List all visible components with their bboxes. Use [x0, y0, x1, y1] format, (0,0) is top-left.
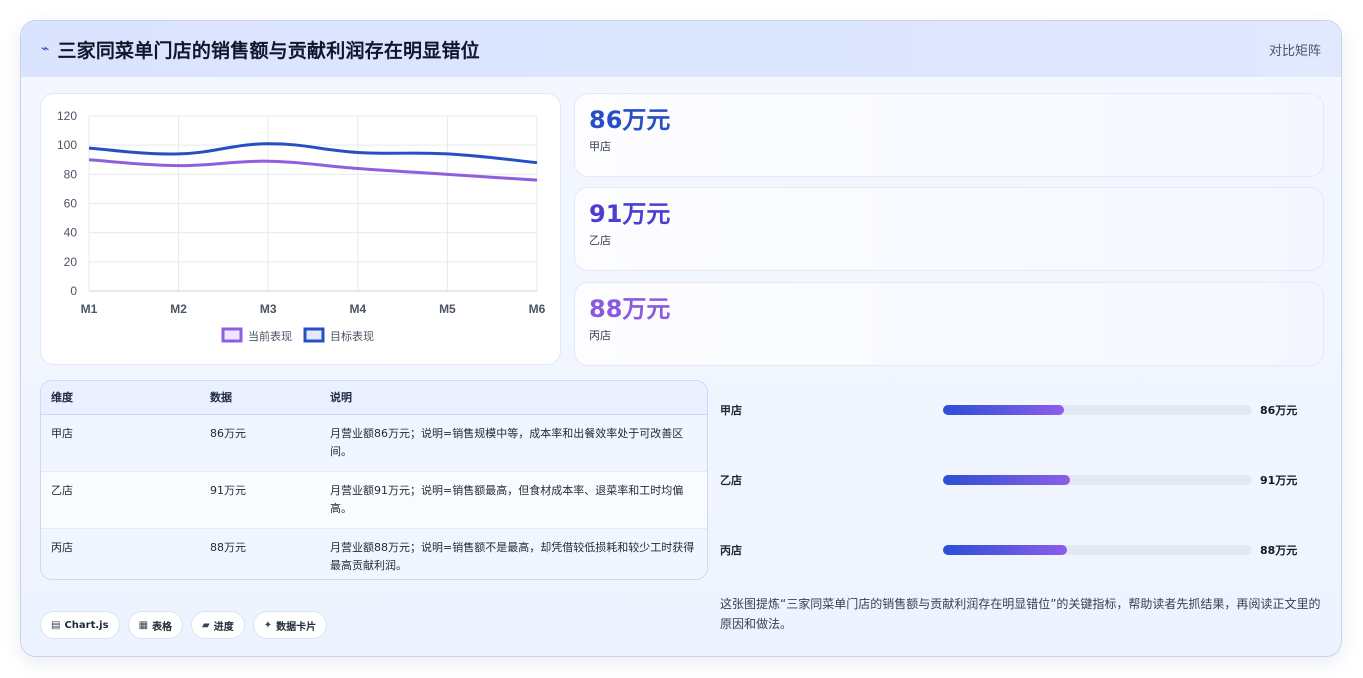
progress-icon: ▰ — [202, 619, 210, 631]
progress-value: 86万元 — [1260, 404, 1298, 417]
chip-label: 数据卡片 — [276, 621, 317, 633]
column-header: 维度 — [41, 381, 200, 415]
table-cell: 乙店 — [41, 471, 200, 529]
table-cell: 丙店 — [51, 540, 73, 554]
progress-row-jia: 甲店 86万元 — [720, 400, 1320, 420]
comparison-card: ⌁ 三家同菜单门店的销售额与贡献利润存在明显错位 对比矩阵 0 20 40 60 80 1… — [20, 20, 1342, 657]
table-cell: 88万元 — [210, 540, 246, 554]
y-tick-label: 20 — [64, 255, 78, 269]
progress-fill — [943, 475, 1070, 485]
chip-label: Chart.js — [64, 619, 109, 631]
trend-line-icon: ⌁ — [41, 41, 50, 57]
stat-label: 乙店 — [589, 234, 611, 247]
chip-chartjs[interactable]: ▤ Chart.js — [40, 611, 120, 639]
progress-label: 乙店 — [720, 474, 742, 487]
y-tick-label: 80 — [64, 167, 78, 181]
table-cell: 月营业额86万元；说明=销售规模中等，成本率和出餐效率处于可改善区间。 — [320, 414, 707, 472]
progress-label: 甲店 — [720, 404, 742, 417]
table-cell: 91万元 — [200, 471, 320, 529]
table-cell: 月营业额88万元；说明=销售额不是最高，却凭借较低损耗和较少工时获得最高贡献利润… — [330, 540, 695, 572]
chart-icon: ▤ — [51, 619, 61, 631]
chip-label: 表格 — [152, 621, 173, 633]
table-row: 丙店 88万元 月营业额88万元；说明=销售额不是最高，却凭借较低损耗和较少工时… — [41, 528, 707, 579]
sparkle-icon: ✦ — [263, 619, 273, 631]
stat-card-jia: 86万元 甲店 — [574, 93, 1324, 177]
table-row: 甲店 86万元 月营业额86万元；说明=销售规模中等，成本率和出餐效率处于可改善… — [41, 414, 707, 472]
card-title: 三家同菜单门店的销售额与贡献利润存在明显错位 — [57, 39, 480, 62]
stat-value: 86万元 — [589, 106, 671, 134]
caption-text: 这张图提炼“三家同菜单门店的销售额与贡献利润存在明显错位”的关键指标，帮助读者先… — [720, 597, 1321, 631]
table-row: 乙店 91万元 月营业额91万元；说明=销售额最高，但食材成本率、退菜率和工时均… — [41, 471, 707, 529]
stat-value: 88万元 — [589, 295, 671, 323]
data-table: 维度 数据 说明 甲店 86万元 月营业额86万元；说明=销售规模中等，成本率和… — [40, 380, 708, 580]
progress-value: 91万元 — [1260, 474, 1298, 487]
column-header: 数据 — [200, 381, 320, 415]
legend-label: 当前表现 — [248, 329, 292, 343]
series-line-target — [88, 142, 538, 165]
x-tick-label: M6 — [529, 302, 546, 316]
table-header-row: 维度 数据 说明 — [41, 381, 707, 415]
table-icon: ▦ — [138, 619, 149, 631]
stat-label: 丙店 — [589, 329, 611, 342]
stat-label: 甲店 — [589, 140, 611, 153]
y-tick-label: 60 — [64, 197, 78, 211]
chip-label: 进度 — [213, 621, 234, 633]
legend-swatch — [303, 327, 325, 343]
x-tick-label: M4 — [349, 302, 366, 316]
progress-row-bing: 丙店 88万元 — [720, 540, 1320, 560]
progress-track — [943, 545, 1252, 555]
card-header: ⌁ 三家同菜单门店的销售额与贡献利润存在明显错位 对比矩阵 — [21, 21, 1341, 77]
x-tick-label: M3 — [260, 302, 277, 316]
line-chart: 0 20 40 60 80 100 120 M1 M2 M3 M4 M5 M6 当前表现 目标表现 — [57, 109, 546, 343]
y-tick-label: 0 — [70, 284, 77, 298]
stat-card-bing: 88万元 丙店 — [574, 282, 1324, 366]
progress-label: 丙店 — [720, 544, 742, 557]
x-tick-label: M1 — [81, 302, 98, 316]
y-tick-label: 40 — [64, 226, 78, 240]
progress-track — [943, 475, 1252, 485]
chip-data-card[interactable]: ✦ 数据卡片 — [252, 611, 328, 639]
chip-table[interactable]: ▦ 表格 — [127, 611, 184, 639]
chip-progress[interactable]: ▰ 进度 — [191, 611, 245, 639]
stat-value: 91万元 — [589, 200, 671, 228]
line-chart-panel: 0 20 40 60 80 100 120 M1 M2 M3 M4 M5 M6 当前表现 目标表现 — [40, 93, 561, 365]
matrix-label[interactable]: 对比矩阵 — [1269, 40, 1321, 59]
column-header: 说明 — [320, 381, 707, 415]
x-tick-label: M5 — [439, 302, 456, 316]
table-cell: 86万元 — [200, 414, 320, 472]
progress-track — [943, 405, 1252, 415]
legend-swatch — [221, 327, 243, 343]
table-cell: 月营业额91万元；说明=销售额最高，但食材成本率、退菜率和工时均偏高。 — [320, 471, 707, 529]
legend-label: 目标表现 — [330, 329, 374, 343]
table-cell: 甲店 — [41, 414, 200, 472]
progress-fill — [943, 405, 1064, 415]
progress-fill — [943, 545, 1067, 555]
stat-card-yi: 91万元 乙店 — [574, 187, 1324, 271]
tag-chips: ▤ Chart.js ▦ 表格 ▰ 进度 ✦ 数据卡片 — [40, 611, 328, 639]
progress-row-yi: 乙店 91万元 — [720, 470, 1320, 490]
progress-value: 88万元 — [1260, 544, 1298, 557]
series-line-current — [88, 158, 538, 182]
x-tick-label: M2 — [170, 302, 187, 316]
y-tick-label: 120 — [57, 109, 77, 123]
y-tick-label: 100 — [57, 138, 77, 152]
